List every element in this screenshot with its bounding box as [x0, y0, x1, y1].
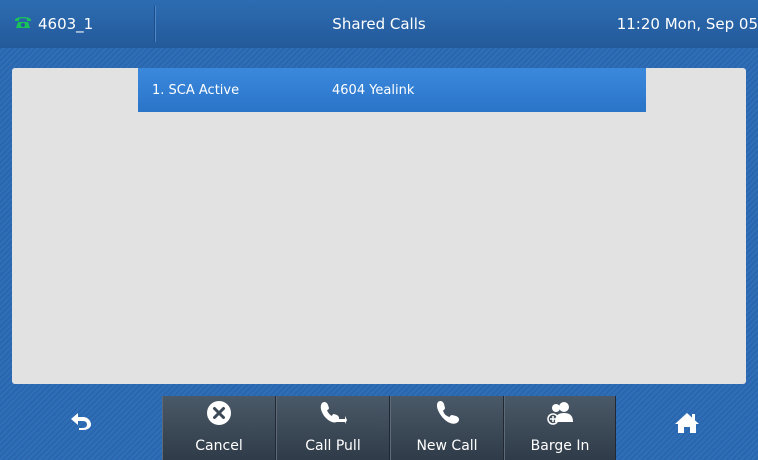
list-item[interactable]: 1. SCA Active 4604 Yealink — [138, 68, 646, 112]
new-call-label: New Call — [416, 438, 478, 454]
clock: 11:20 Mon, Sep 05 — [616, 15, 758, 33]
status-bar: 4603_1 Shared Calls 11:20 Mon, Sep 05 — [0, 0, 758, 48]
phone-handset-icon — [434, 400, 460, 426]
phone-screen: 4603_1 Shared Calls 11:20 Mon, Sep 05 1.… — [0, 0, 758, 460]
barge-in-button[interactable]: Barge In — [504, 396, 616, 460]
back-arrow-icon — [70, 412, 92, 430]
back-button[interactable] — [0, 384, 162, 460]
home-icon — [674, 412, 700, 434]
list-item-value: 4604 Yealink — [332, 82, 415, 98]
call-pull-button[interactable]: Call Pull — [276, 396, 390, 460]
barge-in-icon — [545, 400, 575, 426]
content-panel: 1. SCA Active 4604 Yealink — [12, 68, 746, 384]
call-pull-icon — [319, 400, 347, 426]
new-call-button[interactable]: New Call — [390, 396, 504, 460]
list-item-index: 1. SCA Active — [152, 82, 240, 98]
barge-in-label: Barge In — [530, 438, 590, 454]
close-icon — [206, 400, 232, 426]
home-button[interactable] — [616, 384, 758, 460]
cancel-button[interactable]: Cancel — [162, 396, 276, 460]
cancel-label: Cancel — [195, 438, 243, 454]
softkey-bar: Cancel Call Pull New Call Barge In — [0, 384, 758, 460]
call-pull-label: Call Pull — [305, 438, 361, 454]
